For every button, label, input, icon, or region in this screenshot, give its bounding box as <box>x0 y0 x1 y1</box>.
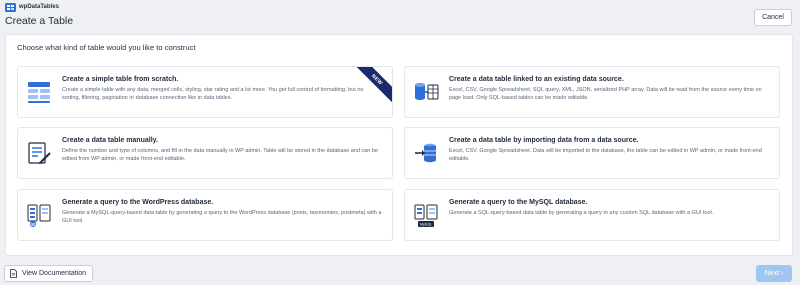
new-badge-label: NEW <box>352 67 392 104</box>
card-title: Create a data table linked to an existin… <box>449 76 624 83</box>
card-description: Define the number and type of columns, a… <box>62 148 378 162</box>
view-documentation-button[interactable]: View Documentation <box>4 265 93 282</box>
card-title: Create a data table manually. <box>62 137 158 144</box>
app-logo: wpDataTables <box>5 2 59 12</box>
card-description: Excel, CSV, Google Spreadsheet, SQL quer… <box>449 87 762 101</box>
card-title: Create a data table by importing data fr… <box>449 137 639 144</box>
card-simple-table[interactable]: Create a simple table from scratch. Crea… <box>17 66 393 118</box>
view-documentation-label: View Documentation <box>22 270 87 277</box>
import-data-icon <box>415 143 436 163</box>
card-linked-data-source[interactable]: Create a data table linked to an existin… <box>404 66 780 118</box>
card-description: Generate a SQL-query-based data table by… <box>449 210 714 216</box>
card-description: Generate a MySQL-query-based data table … <box>62 210 382 224</box>
card-title: Generate a query to the WordPress databa… <box>62 199 214 206</box>
next-button[interactable]: Next › <box>756 265 792 282</box>
linked-data-source-icon <box>415 83 439 100</box>
chevron-right-icon: › <box>781 270 784 277</box>
page-title: Create a Table <box>5 15 74 27</box>
next-label: Next <box>764 270 780 277</box>
card-title: Create a simple table from scratch. <box>62 76 179 83</box>
simple-table-icon <box>28 82 50 103</box>
card-wordpress-query[interactable]: W Generate a query to the WordPress data… <box>17 189 393 241</box>
mysql-query-icon: MySQL <box>414 204 438 227</box>
mysql-icon-label: MySQL <box>420 222 432 226</box>
panel-heading: Choose what kind of table would you like… <box>17 43 196 52</box>
card-import-data[interactable]: Create a data table by importing data fr… <box>404 127 780 179</box>
card-description: Create a simple table with any data, mer… <box>62 87 364 101</box>
cancel-button[interactable]: Cancel <box>754 9 792 26</box>
card-description: Excel, CSV, Google Spreadsheet. Data wil… <box>449 148 762 162</box>
document-icon <box>10 269 17 278</box>
wpdatatables-logo-icon <box>5 2 16 12</box>
card-title: Generate a query to the MySQL database. <box>449 199 588 206</box>
card-mysql-query[interactable]: MySQL Generate a query to the MySQL data… <box>404 189 780 241</box>
new-badge: NEW <box>352 67 392 107</box>
table-type-panel: Choose what kind of table would you like… <box>5 34 793 256</box>
card-manual-table[interactable]: Create a data table manually. Define the… <box>17 127 393 179</box>
manual-table-icon <box>28 142 51 164</box>
wordpress-query-icon: W <box>27 204 51 227</box>
app-logo-text: wpDataTables <box>19 4 59 10</box>
